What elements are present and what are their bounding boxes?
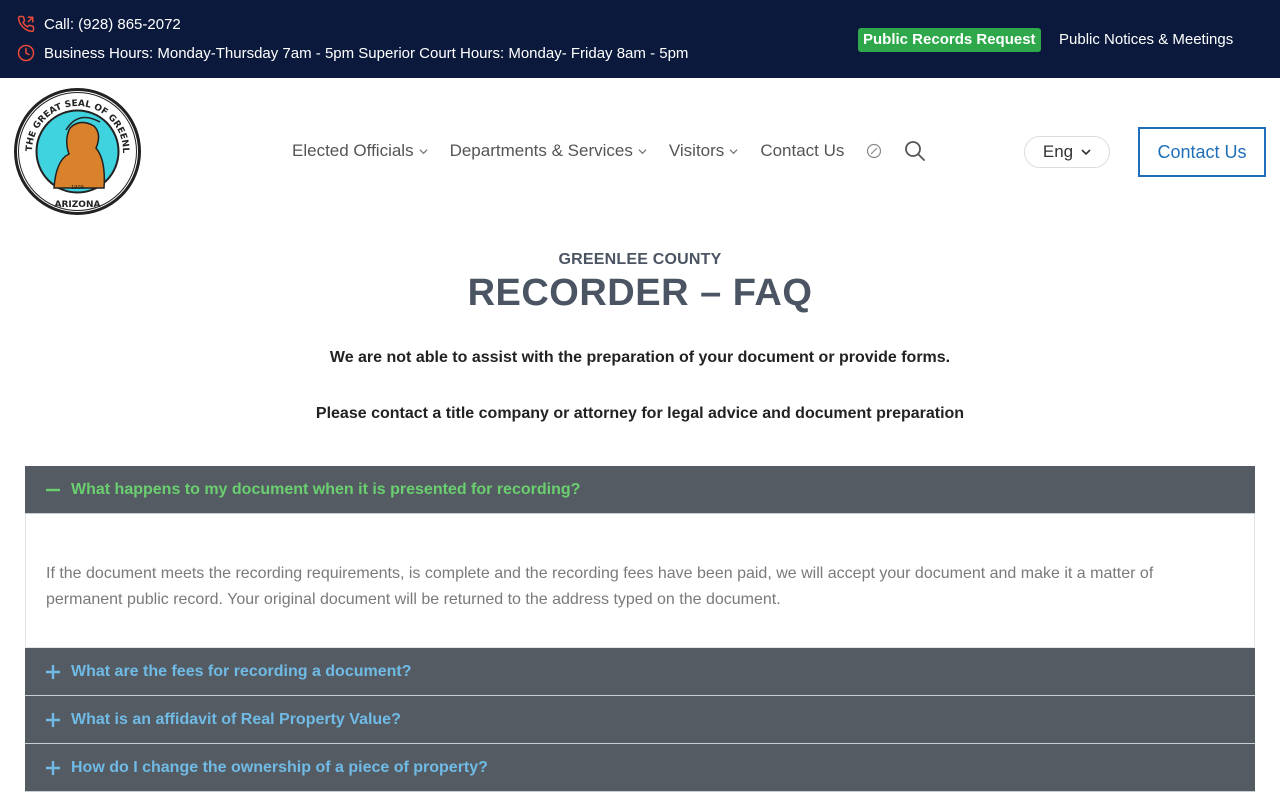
faq-answer: If the document meets the recording requ…: [25, 514, 1255, 648]
nav-item-visitors[interactable]: Visitors: [669, 141, 738, 161]
contact-us-button[interactable]: Contact Us: [1138, 127, 1266, 177]
faq-question-label: What are the fees for recording a docume…: [71, 662, 412, 680]
page-eyebrow: GREENLEE COUNTY: [558, 251, 722, 268]
faq-question-label: What is an affidavit of Real Property Va…: [71, 710, 401, 728]
plus-icon: [45, 664, 61, 680]
hours-row: Business Hours: Monday-Thursday 7am - 5p…: [16, 43, 688, 63]
nav-item-label: Elected Officials: [292, 141, 414, 160]
faq-question-ownership[interactable]: How do I change the ownership of a piece…: [25, 744, 1255, 792]
nav-item-label: Visitors: [668, 141, 725, 160]
phone-text[interactable]: Call: (928) 865-2072: [44, 16, 181, 33]
top-bar: Call: (928) 865-2072 Business Hours: Mon…: [0, 0, 1280, 78]
faq-question-label: How do I change the ownership of a piece…: [71, 758, 488, 776]
public-notices-link[interactable]: Public Notices & Meetings: [1059, 31, 1233, 48]
faq-question-label: What happens to my document when it is p…: [71, 480, 581, 498]
nav-item-label: Departments & Services: [449, 141, 633, 160]
phone-row[interactable]: Call: (928) 865-2072: [16, 14, 181, 34]
chevron-down-icon: [419, 148, 428, 154]
faq-accordion: What happens to my document when it is p…: [25, 466, 1255, 792]
main-nav: Elected Officials Departments & Services…: [292, 140, 948, 162]
plus-icon: [45, 712, 61, 728]
page-title: RECORDER – FAQ: [467, 272, 813, 314]
faq-question-open[interactable]: What happens to my document when it is p…: [25, 466, 1255, 514]
search-icon[interactable]: [904, 140, 926, 162]
accessibility-icon[interactable]: [866, 143, 882, 159]
faq-question-fees[interactable]: What are the fees for recording a docume…: [25, 648, 1255, 696]
faq-question-affidavit[interactable]: What is an affidavit of Real Property Va…: [25, 696, 1255, 744]
notice-preparation: We are not able to assist with the prepa…: [329, 349, 951, 366]
nav-item-contact-us[interactable]: Contact Us: [760, 141, 844, 161]
county-seal-logo[interactable]: THE GREAT SEAL OF GREENLEE COUNTY ARIZON…: [10, 81, 141, 215]
nav-item-label: Contact Us: [760, 141, 845, 160]
chevron-down-icon: [1081, 149, 1091, 156]
seal-bottom-text: ARIZONA: [55, 200, 101, 210]
public-records-request-button[interactable]: Public Records Request: [858, 28, 1041, 52]
clock-icon: [16, 43, 36, 63]
language-selector[interactable]: Eng: [1024, 136, 1110, 168]
seal-year: 1909: [71, 185, 84, 191]
nav-item-elected-officials[interactable]: Elected Officials: [292, 141, 428, 161]
language-selected: Eng: [1042, 142, 1074, 161]
minus-icon: [45, 482, 61, 498]
notice-legal-advice: Please contact a title company or attorn…: [315, 405, 965, 422]
hours-text: Business Hours: Monday-Thursday 7am - 5p…: [44, 44, 689, 62]
plus-icon: [45, 760, 61, 776]
phone-icon: [16, 14, 36, 34]
nav-item-departments-services[interactable]: Departments & Services: [450, 141, 647, 161]
chevron-down-icon: [638, 148, 647, 154]
chevron-down-icon: [729, 148, 738, 154]
